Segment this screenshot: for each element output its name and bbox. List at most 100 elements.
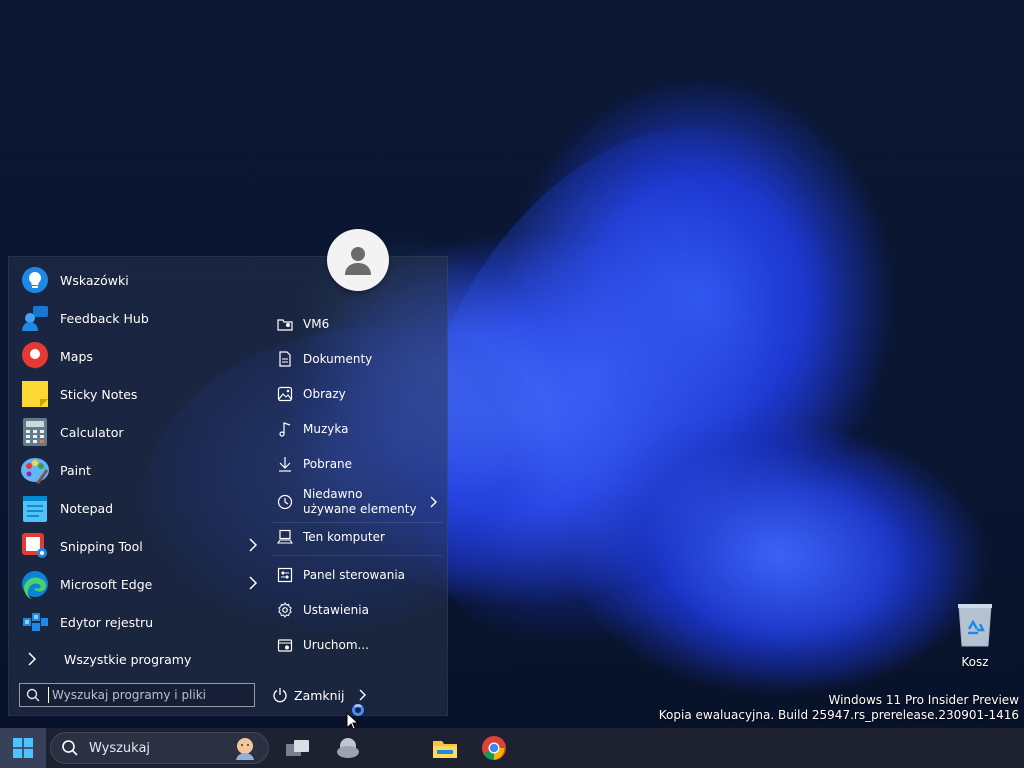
start-button[interactable] (0, 728, 46, 768)
computer-icon (276, 528, 294, 546)
start-menu: Wskazówki Feedback Hub Maps Sticky Notes (8, 229, 448, 716)
search-icon (26, 688, 40, 702)
app-item-registry-editor[interactable]: Edytor rejestru (16, 604, 266, 640)
snipping-tool-icon (20, 531, 50, 561)
recent-icon (276, 493, 294, 511)
taskbar: Wyszukaj (0, 728, 1024, 768)
app-label: Snipping Tool (60, 538, 143, 554)
music-icon (276, 420, 294, 438)
download-icon (276, 455, 294, 473)
app-item-calculator[interactable]: Calculator (16, 414, 266, 450)
place-label: Muzyka (303, 421, 349, 436)
chevron-right-icon[interactable] (357, 688, 369, 702)
place-item-control-panel[interactable]: Panel sterowania (272, 566, 442, 584)
place-item-run[interactable]: Uruchom... (272, 636, 442, 654)
widgets-button[interactable] (334, 734, 362, 762)
watermark-line: Windows 11 Pro Insider Preview (828, 693, 1019, 707)
place-label: Niedawno używane elementy (303, 487, 417, 516)
place-label: Dokumenty (303, 351, 373, 366)
place-item-recent[interactable]: Niedawno używane elementy (272, 485, 442, 519)
place-item-downloads[interactable]: Pobrane (272, 455, 442, 473)
chevron-right-icon[interactable] (246, 575, 260, 591)
user-avatar[interactable] (327, 229, 389, 291)
feedback-hub-icon (20, 303, 50, 333)
watermark-line: Kopia ewaluacyjna. Build 25947.rs_prerel… (658, 708, 1019, 722)
notepad-icon (20, 493, 50, 523)
run-icon (276, 636, 294, 654)
place-label: Pobrane (303, 456, 353, 471)
recycle-bin-icon (958, 604, 992, 647)
task-view-button[interactable] (284, 734, 312, 762)
place-label: Ten komputer (303, 529, 385, 544)
place-item-documents[interactable]: Dokumenty (272, 350, 442, 368)
app-label: Edytor rejestru (60, 614, 154, 630)
app-label: Sticky Notes (60, 386, 138, 402)
app-label: Notepad (60, 500, 114, 516)
pictures-icon (276, 385, 294, 403)
chevron-right-icon (28, 652, 37, 666)
tips-icon (20, 265, 50, 295)
place-item-pictures[interactable]: Obrazy (272, 385, 442, 403)
separator (272, 555, 442, 556)
calculator-icon (20, 417, 50, 447)
app-item-snipping-tool[interactable]: Snipping Tool (16, 528, 266, 564)
chrome-button[interactable] (480, 734, 508, 762)
maps-icon (20, 341, 50, 371)
app-item-tips[interactable]: Wskazówki (16, 262, 266, 298)
program-search-box[interactable] (19, 683, 255, 707)
app-item-maps[interactable]: Maps (16, 338, 266, 374)
all-programs-button[interactable]: Wszystkie programy (16, 648, 266, 670)
sticky-notes-icon (20, 379, 50, 409)
app-item-sticky-notes[interactable]: Sticky Notes (16, 376, 266, 412)
all-programs-label: Wszystkie programy (64, 651, 192, 667)
app-item-feedback-hub[interactable]: Feedback Hub (16, 300, 266, 336)
wallpaper-petal (568, 370, 992, 730)
user-folder-icon (276, 315, 294, 333)
program-list: Wskazówki Feedback Hub Maps Sticky Notes (8, 256, 270, 716)
person-icon (345, 247, 371, 275)
place-label: Uruchom... (303, 637, 369, 652)
taskbar-search[interactable]: Wyszukaj (50, 732, 269, 764)
edge-icon (20, 569, 50, 599)
weather-cloud-icon (337, 738, 359, 758)
search-icon (62, 740, 78, 756)
evaluation-watermark: Windows 11 Pro Insider Preview Kopia ewa… (659, 693, 1019, 723)
paint-icon (20, 455, 50, 485)
app-label: Maps (60, 348, 93, 364)
place-label: Ustawienia (303, 602, 369, 617)
busy-spinner-icon (352, 704, 364, 716)
file-explorer-icon (433, 741, 457, 758)
app-label: Microsoft Edge (60, 576, 153, 592)
control-panel-icon (276, 566, 294, 584)
shutdown-label: Zamknij (294, 687, 345, 703)
place-item-music[interactable]: Muzyka (272, 420, 442, 438)
recycle-bin[interactable]: Kosz (950, 602, 1000, 669)
taskbar-search-label: Wyszukaj (89, 740, 151, 756)
place-item-this-pc[interactable]: Ten komputer (272, 528, 442, 546)
chrome-icon (482, 736, 506, 760)
registry-editor-icon (20, 607, 50, 637)
document-icon (276, 350, 294, 368)
program-search-input[interactable] (48, 687, 244, 703)
place-label: Panel sterowania (303, 567, 405, 582)
shutdown-button[interactable]: Zamknij (272, 684, 369, 706)
chevron-right-icon[interactable] (428, 495, 440, 509)
chevron-right-icon[interactable] (246, 537, 260, 553)
task-view-icon (286, 740, 309, 756)
power-icon (273, 688, 287, 703)
file-explorer-button[interactable] (431, 734, 459, 762)
windows-logo-icon (13, 738, 33, 758)
place-label: VM6 (303, 316, 330, 331)
app-label: Feedback Hub (60, 310, 149, 326)
place-item-vm6[interactable]: VM6 (272, 315, 442, 333)
recycle-bin-label: Kosz (961, 655, 989, 669)
app-label: Calculator (60, 424, 124, 440)
search-highlight-icon (236, 738, 254, 760)
app-label: Wskazówki (60, 272, 129, 288)
app-item-microsoft-edge[interactable]: Microsoft Edge (16, 566, 266, 602)
app-item-notepad[interactable]: Notepad (16, 490, 266, 526)
app-label: Paint (60, 462, 91, 478)
app-item-paint[interactable]: Paint (16, 452, 266, 488)
separator (272, 522, 442, 523)
place-item-settings[interactable]: Ustawienia (272, 601, 442, 619)
